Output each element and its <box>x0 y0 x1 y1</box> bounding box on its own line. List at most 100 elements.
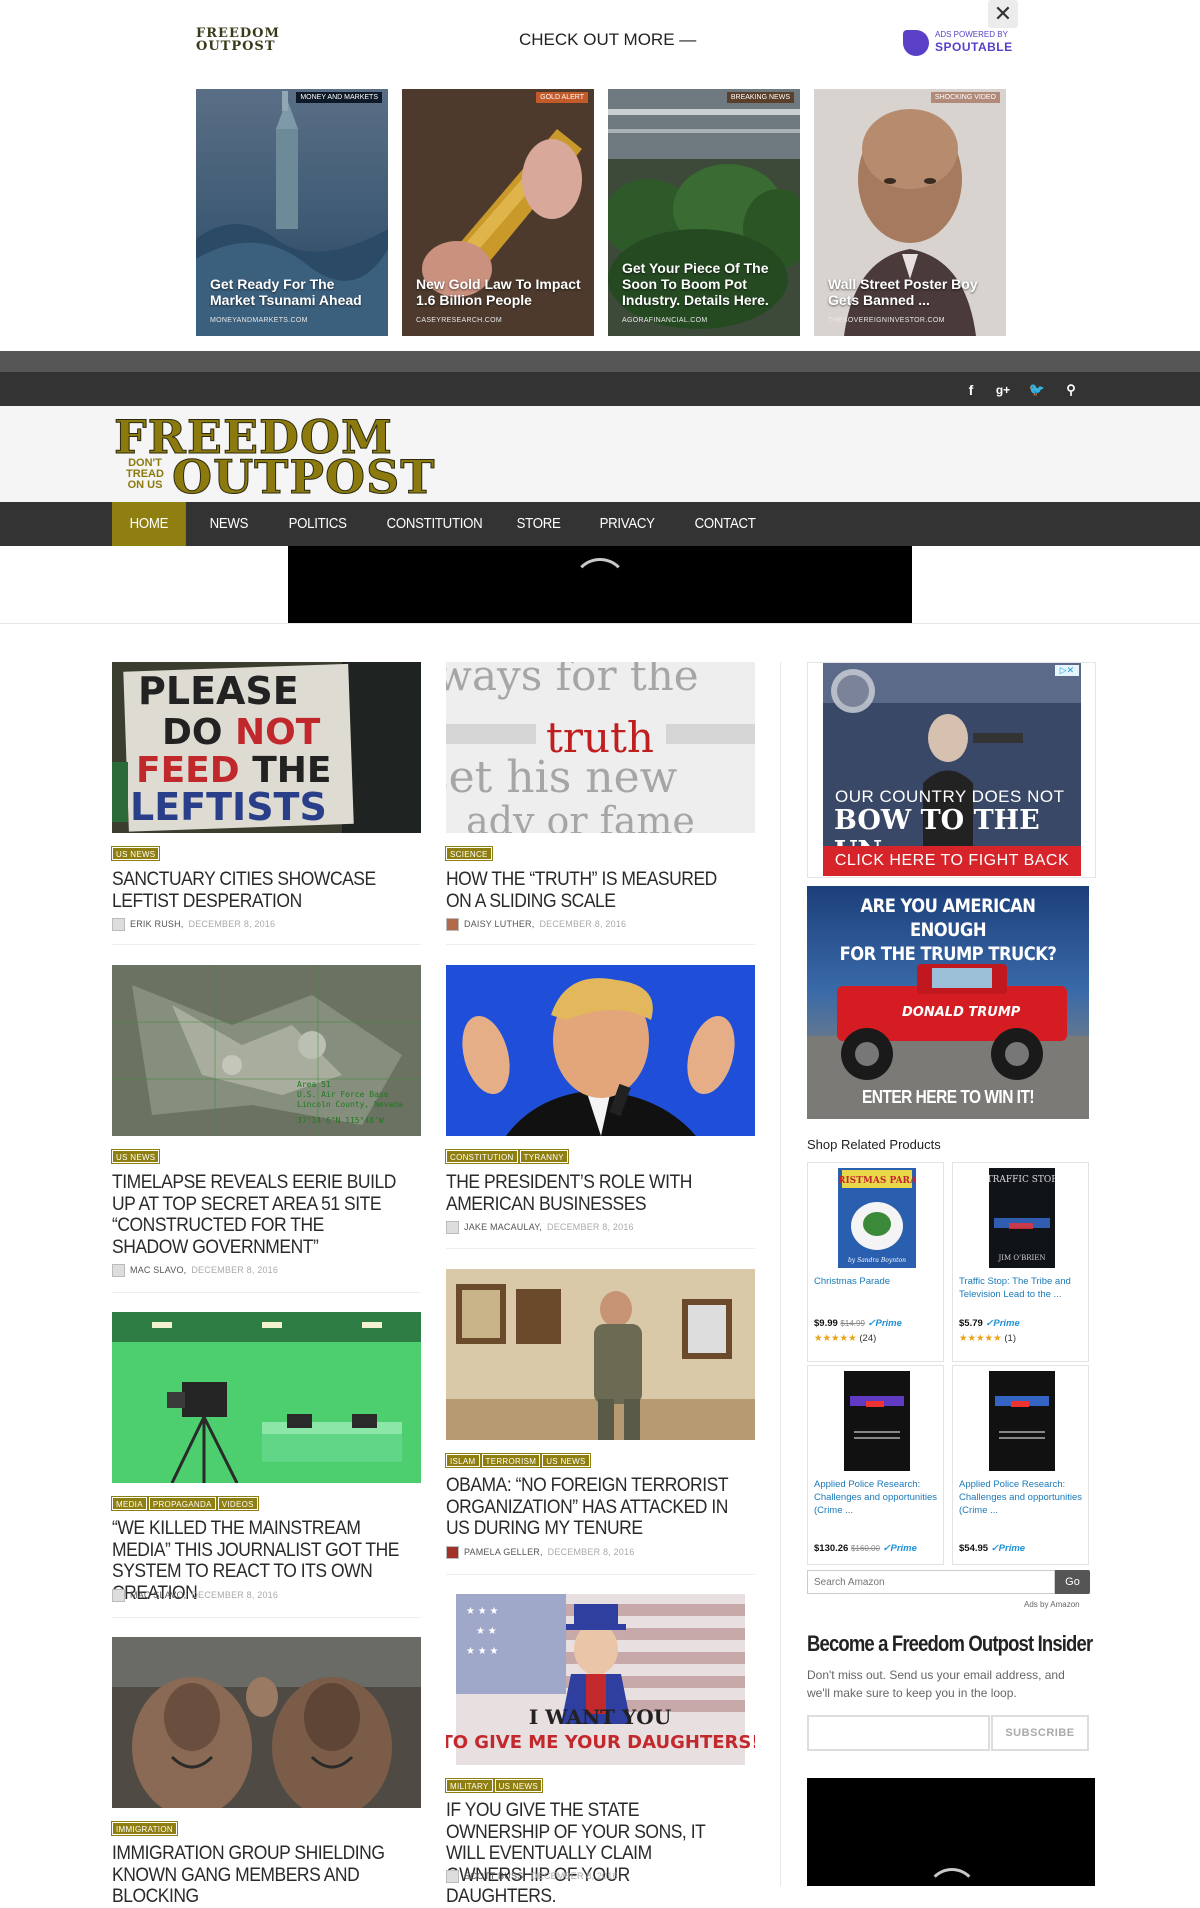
product-name[interactable]: Traffic Stop: The Tribe and Television L… <box>959 1275 1083 1301</box>
article-title[interactable]: THE PRESIDENT’S ROLE WITH AMERICAN BUSIN… <box>446 1172 733 1215</box>
email-field[interactable] <box>807 1715 990 1751</box>
author-name[interactable]: MAC SLAVO, <box>130 1265 186 1275</box>
spoutable-small-label: ADS POWERED BY <box>935 30 1008 39</box>
sidebar-video-player[interactable] <box>807 1778 1095 1886</box>
article-image[interactable]: ways for the set his new ady or fame tru… <box>446 662 755 833</box>
category-tag[interactable]: MEDIA <box>111 1496 148 1511</box>
author-name[interactable]: MAC SLAVO, <box>130 1590 186 1600</box>
category-tag[interactable]: PROPAGANDA <box>147 1496 217 1511</box>
article-title[interactable]: HOW THE “TRUTH” IS MEASURED ON A SLIDING… <box>446 869 733 912</box>
nav-item-news[interactable]: NEWS <box>192 502 266 546</box>
promo-card[interactable]: GOLD ALERT New Gold Law To Impact 1.6 Bi… <box>402 89 594 336</box>
promo-card[interactable]: MONEY AND MARKETS Get Ready For The Mark… <box>196 89 388 336</box>
category-tag[interactable]: SCIENCE <box>445 846 493 861</box>
category-tag[interactable]: CONSTITUTION <box>445 1149 519 1164</box>
close-icon[interactable]: ✕ <box>988 0 1018 28</box>
svg-text:LEFTISTS: LEFTISTS <box>130 785 327 829</box>
amazon-go-button[interactable]: Go <box>1055 1570 1090 1594</box>
ad-banner-un-content: ▷✕ OUR COUNTRY DOES NOT BOW TO THE UN CL… <box>823 663 1081 876</box>
site-logo[interactable]: FREEDOM DON'T TREAD ON US OUTPOST <box>112 414 452 504</box>
twitter-icon[interactable]: 🐦 <box>1028 381 1046 399</box>
article-title[interactable]: OBAMA: “NO FOREIGN TERRORIST ORGANIZATIO… <box>446 1475 733 1540</box>
search-icon[interactable]: ⚲ <box>1062 381 1080 399</box>
author-name[interactable]: DAISY LUTHER, <box>464 919 534 929</box>
product-name[interactable]: Christmas Parade <box>814 1275 938 1288</box>
svg-text:JIM O'BRIEN: JIM O'BRIEN <box>997 1254 1045 1262</box>
promo-card-tag: SHOCKING VIDEO <box>930 92 1000 103</box>
category-tag[interactable]: MILITARY <box>445 1778 494 1793</box>
author-name[interactable]: PAMELA GELLER, <box>464 1547 543 1557</box>
nav-item-constitution[interactable]: CONSTITUTION <box>369 502 500 546</box>
product-name[interactable]: Applied Police Research: Challenges and … <box>814 1478 938 1517</box>
promo-card[interactable]: SHOCKING VIDEO Wall Street Poster Boy Ge… <box>814 89 1006 336</box>
rating-stars-icon: ★★★★★ <box>814 1333 857 1344</box>
product-image <box>989 1371 1055 1471</box>
nav-item-home[interactable]: HOME <box>112 502 186 546</box>
facebook-icon[interactable]: f <box>962 381 980 399</box>
article-title[interactable]: IMMIGRATION GROUP SHIELDING KNOWN GANG M… <box>112 1843 399 1908</box>
product-card[interactable]: Applied Police Research: Challenges and … <box>807 1365 944 1565</box>
nav-item-store[interactable]: STORE <box>499 502 578 546</box>
article-title[interactable]: IF YOU GIVE THE STATE OWNERSHIP OF YOUR … <box>446 1800 733 1908</box>
google-plus-icon[interactable]: g+ <box>994 381 1012 399</box>
logo-line2: OUTPOST <box>172 450 436 504</box>
promo-logo-line2: OUTPOST <box>196 39 276 54</box>
article-image[interactable]: PLEASE DO NOT FEED THE LEFTISTS <box>112 662 421 833</box>
product-card[interactable]: Applied Police Research: Challenges and … <box>952 1365 1089 1565</box>
category-tags: MILITARY US NEWS <box>445 1778 544 1793</box>
svg-text:37°14'6"N 115°48'W: 37°14'6"N 115°48'W <box>297 1116 384 1125</box>
category-tags: MEDIA PROPAGANDA VIDEOS <box>111 1496 259 1511</box>
product-rating: ★★★★★ (24) <box>814 1333 876 1344</box>
category-tag[interactable]: US NEWS <box>110 1149 161 1164</box>
article-image[interactable] <box>446 965 755 1136</box>
article-date: DECEMBER 8, 2016 <box>188 919 276 929</box>
article-title[interactable]: TIMELAPSE REVEALS EERIE BUILD UP AT TOP … <box>112 1172 399 1258</box>
check-out-more-label[interactable]: CHECK OUT MORE — <box>519 30 696 50</box>
avatar <box>112 917 125 931</box>
fight-back-button[interactable]: CLICK HERE TO FIGHT BACK <box>823 846 1081 876</box>
social-bar <box>0 372 1200 406</box>
svg-text:CHRISTMAS PARADE: CHRISTMAS PARADE <box>838 1176 916 1186</box>
category-tag[interactable]: ISLAM <box>445 1453 481 1468</box>
category-tag[interactable]: TERRORISM <box>480 1453 542 1468</box>
article-image[interactable] <box>446 1269 755 1440</box>
adchoices-icon[interactable]: ▷✕ <box>1055 665 1079 676</box>
category-tag[interactable]: IMMIGRATION <box>111 1821 178 1836</box>
author-name[interactable]: SCOTT BUSS, <box>464 1871 526 1881</box>
spoutable-badge[interactable]: ADS POWERED BY SPOUTABLE <box>903 28 1012 56</box>
author-name[interactable]: ERIK RUSH, <box>130 919 184 929</box>
article-image[interactable] <box>112 1637 421 1808</box>
ad-banner-trump-truck[interactable]: DONALD TRUMP ARE YOU AMERICAN ENOUGH FOR… <box>807 886 1089 1119</box>
product-name[interactable]: Applied Police Research: Challenges and … <box>959 1478 1083 1517</box>
product-card[interactable]: TRAFFIC STOP JIM O'BRIEN Traffic Stop: T… <box>952 1162 1089 1362</box>
author-name[interactable]: JAKE MACAULAY, <box>464 1222 542 1232</box>
category-tag[interactable]: US NEWS <box>110 846 161 861</box>
insider-text: Don't miss out. Send us your email addre… <box>807 1668 1065 1700</box>
category-tag[interactable]: VIDEOS <box>216 1496 259 1511</box>
category-tag[interactable]: US NEWS <box>541 1453 591 1468</box>
amazon-search-input[interactable] <box>807 1570 1055 1594</box>
ad-banner-un[interactable]: ▷✕ OUR COUNTRY DOES NOT BOW TO THE UN CL… <box>807 662 1096 878</box>
nav-item-contact[interactable]: CONTACT <box>677 502 773 546</box>
promo-card-source: AGORAFINANCIAL.COM <box>622 317 708 324</box>
promo-logo[interactable]: FREEDOM OUTPOST <box>196 27 292 57</box>
nav-item-privacy[interactable]: PRIVACY <box>582 502 672 546</box>
article-image[interactable]: ★ ★ ★ ★ ★ ★ ★ ★ I WANT YOU TO GIVE ME YOUR… <box>446 1594 755 1765</box>
subscribe-button[interactable]: SUBSCRIBE <box>991 1715 1089 1751</box>
article-image[interactable] <box>112 1312 421 1483</box>
svg-text:★ ★ ★: ★ ★ ★ <box>466 1606 498 1617</box>
nav-item-politics[interactable]: POLITICS <box>271 502 364 546</box>
article-image[interactable]: Area 51 U.S. Air Force Base Lincoln Coun… <box>112 965 421 1136</box>
product-card[interactable]: CHRISTMAS PARADE by Sandra Boynton Chris… <box>807 1162 944 1362</box>
article-title[interactable]: SANCTUARY CITIES SHOWCASE LEFTIST DESPER… <box>112 869 399 912</box>
category-tag[interactable]: US NEWS <box>493 1778 544 1793</box>
promo-card-tag: GOLD ALERT <box>536 92 588 103</box>
svg-text:by Sandra Boynton: by Sandra Boynton <box>848 1257 906 1264</box>
category-tag[interactable]: TYRANNY <box>518 1149 569 1164</box>
avatar <box>446 1220 459 1234</box>
ad2-line1: ARE YOU AMERICAN ENOUGH <box>860 895 1036 941</box>
video-player[interactable] <box>288 546 912 623</box>
enter-to-win-label[interactable]: ENTER HERE TO WIN IT! <box>827 1087 1070 1108</box>
promo-card[interactable]: BREAKING NEWS Get Your Piece Of The Soon… <box>608 89 800 336</box>
promo-card-title: Wall Street Poster Boy Gets Banned ... <box>828 276 978 308</box>
